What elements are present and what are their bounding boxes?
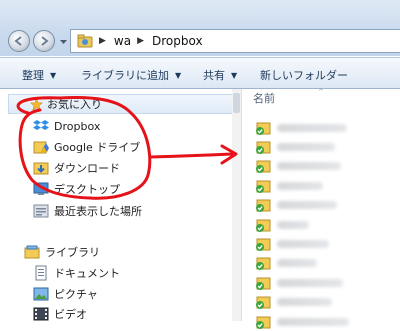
nav-item-label: ビデオ — [54, 308, 87, 321]
scrollbar-thumb[interactable] — [233, 93, 240, 113]
add-to-library-button[interactable]: ライブラリに追加 ▼ — [81, 67, 181, 83]
pictures-icon — [33, 287, 49, 301]
synced-folder-icon — [256, 238, 271, 251]
synced-folder-icon — [256, 296, 271, 310]
navigation-scrollbar[interactable] — [232, 89, 241, 321]
chevron-down-icon: ▼ — [231, 70, 238, 80]
nav-item-documents[interactable]: ドキュメント — [33, 265, 120, 281]
file-name-obscured — [277, 123, 347, 132]
nav-item-label: Google ドライブ — [54, 141, 141, 154]
nav-item-desktop[interactable]: デスクトップ — [33, 181, 120, 197]
nav-item-label: ピクチャ — [54, 288, 98, 301]
synced-folder-icon — [256, 199, 271, 213]
library-icon — [24, 245, 40, 259]
back-arrow-icon — [14, 36, 22, 46]
sort-caret-icon: ^ — [318, 88, 324, 96]
breadcrumb-separator-icon[interactable]: ▶ — [137, 36, 144, 46]
file-name-obscured — [277, 181, 323, 190]
file-row[interactable] — [255, 293, 400, 312]
breadcrumb-item-wa[interactable]: wa — [114, 34, 131, 48]
documents-icon — [35, 265, 47, 281]
file-name-obscured — [277, 142, 335, 151]
file-name-obscured — [277, 220, 309, 229]
new-folder-button[interactable]: 新しいフォルダー — [260, 67, 348, 83]
dropbox-icon — [33, 120, 49, 130]
address-bar-area: ▶ wa ▶ Dropbox — [0, 0, 400, 56]
nav-item-label: Dropbox — [54, 119, 101, 133]
synced-folder-icon — [256, 316, 271, 329]
breadcrumb-item-dropbox[interactable]: Dropbox — [152, 34, 203, 48]
file-row[interactable] — [255, 196, 400, 215]
chevron-down-icon: ▼ — [175, 70, 182, 80]
file-name-obscured — [277, 162, 341, 171]
file-row[interactable] — [255, 157, 400, 176]
download-folder-icon — [33, 162, 49, 175]
synced-folder-icon — [256, 180, 271, 193]
favorites-label: お気に入り — [47, 98, 102, 111]
folder-location-icon — [77, 34, 93, 48]
synced-folder-icon — [256, 160, 271, 174]
google-drive-folder-icon — [33, 141, 49, 154]
organize-button[interactable]: 整理 ▼ — [22, 67, 56, 83]
forward-arrow-icon — [41, 36, 49, 46]
nav-item-label: ダウンロード — [54, 162, 120, 175]
file-row[interactable] — [255, 137, 400, 156]
synced-folder-icon — [256, 141, 271, 154]
video-icon — [33, 307, 49, 321]
share-button[interactable]: 共有 ▼ — [203, 67, 237, 83]
nav-item-recent-places[interactable]: 最近表示した場所 — [33, 203, 142, 219]
back-button[interactable] — [8, 30, 30, 52]
nav-item-label: 最近表示した場所 — [54, 205, 142, 218]
column-header-name[interactable]: 名前 — [253, 90, 275, 106]
nav-item-videos[interactable]: ビデオ — [33, 306, 87, 322]
favorites-header[interactable]: お気に入り — [30, 96, 102, 112]
command-bar: 整理 ▼ ライブラリに追加 ▼ 共有 ▼ 新しいフォルダー — [0, 57, 400, 89]
nav-item-google-drive[interactable]: Google ドライブ — [33, 139, 140, 155]
chevron-down-icon: ▼ — [50, 70, 57, 80]
nav-item-downloads[interactable]: ダウンロード — [33, 160, 120, 176]
synced-folder-icon — [256, 277, 271, 290]
nav-item-pictures[interactable]: ピクチャ — [33, 286, 98, 302]
nav-item-dropbox[interactable]: Dropbox — [33, 118, 100, 134]
star-icon — [30, 97, 43, 111]
synced-folder-icon — [256, 122, 271, 135]
file-row[interactable] — [255, 118, 400, 137]
file-name-obscured — [277, 239, 329, 248]
recent-places-icon — [33, 204, 49, 218]
share-label: 共有 — [203, 69, 225, 82]
organize-label: 整理 — [22, 69, 44, 82]
file-row[interactable] — [255, 254, 400, 273]
file-row[interactable] — [255, 234, 400, 253]
new-folder-label: 新しいフォルダー — [260, 69, 348, 82]
breadcrumb-separator-icon[interactable]: ▶ — [99, 36, 106, 46]
add-to-library-label: ライブラリに追加 — [81, 69, 169, 82]
file-row[interactable] — [255, 176, 400, 195]
file-row[interactable] — [255, 273, 400, 292]
libraries-header[interactable]: ライブラリ — [24, 244, 100, 260]
file-row[interactable] — [255, 215, 400, 234]
file-row[interactable] — [255, 312, 400, 331]
nav-item-label: ドキュメント — [54, 267, 120, 280]
file-name-obscured — [277, 259, 317, 268]
libraries-label: ライブラリ — [45, 246, 100, 259]
file-name-obscured — [277, 317, 349, 326]
forward-button[interactable] — [33, 30, 55, 52]
nav-item-label: デスクトップ — [54, 183, 120, 196]
synced-folder-icon — [256, 257, 271, 271]
synced-folder-icon — [256, 219, 271, 232]
file-name-obscured — [277, 298, 332, 307]
file-name-obscured — [277, 201, 337, 210]
file-name-obscured — [277, 278, 343, 287]
desktop-folder-icon — [33, 182, 49, 195]
recent-pages-dropdown-icon[interactable] — [60, 38, 67, 45]
address-box[interactable]: ▶ wa ▶ Dropbox — [70, 29, 400, 53]
